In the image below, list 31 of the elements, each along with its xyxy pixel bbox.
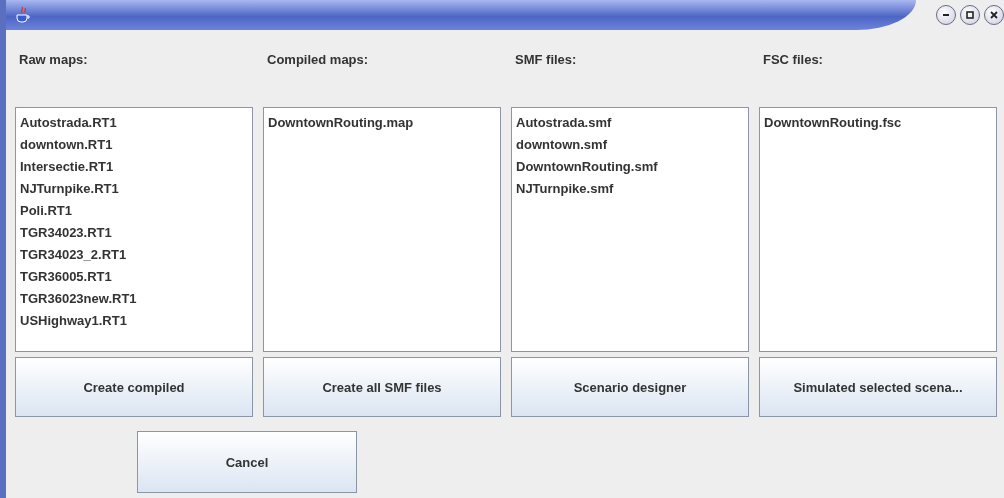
list-item[interactable]: Autostrada.RT1 [20, 112, 248, 134]
list-label: Compiled maps: [266, 52, 370, 69]
list-item[interactable]: Intersectie.RT1 [20, 156, 248, 178]
list-item[interactable]: TGR36005.RT1 [20, 266, 248, 288]
list-label: Raw maps: [18, 52, 89, 69]
list-item[interactable]: DowntownRouting.smf [516, 156, 744, 178]
action-button[interactable]: Create all SMF files [263, 357, 501, 417]
maximize-button[interactable] [960, 5, 980, 25]
list-item[interactable]: downtown.smf [516, 134, 744, 156]
list-item[interactable]: NJTurnpike.RT1 [20, 178, 248, 200]
action-button[interactable]: Scenario designer [511, 357, 749, 417]
list-item[interactable]: downtown.RT1 [20, 134, 248, 156]
action-button[interactable]: Create compiled [15, 357, 253, 417]
list-item[interactable]: TGR34023_2.RT1 [20, 244, 248, 266]
close-icon [989, 10, 999, 20]
list-item[interactable]: DowntownRouting.fsc [764, 112, 992, 134]
list-item[interactable]: TGR34023.RT1 [20, 222, 248, 244]
close-button[interactable] [984, 5, 1004, 25]
list-item[interactable]: Poli.RT1 [20, 200, 248, 222]
list-item[interactable]: Autostrada.smf [516, 112, 744, 134]
coffee-cup-icon [14, 6, 32, 24]
list-label: SMF files: [514, 52, 578, 69]
list-item[interactable]: USHighway1.RT1 [20, 310, 248, 332]
list-label: FSC files: [762, 52, 824, 69]
list-item[interactable]: NJTurnpike.smf [516, 178, 744, 200]
action-button[interactable]: Simulated selected scena... [759, 357, 997, 417]
maximize-icon [965, 10, 975, 20]
list-item[interactable]: DowntownRouting.map [268, 112, 496, 134]
minimize-button[interactable] [936, 5, 956, 25]
list-item[interactable]: TGR36023new.RT1 [20, 288, 248, 310]
cancel-button[interactable]: Cancel [137, 431, 357, 493]
